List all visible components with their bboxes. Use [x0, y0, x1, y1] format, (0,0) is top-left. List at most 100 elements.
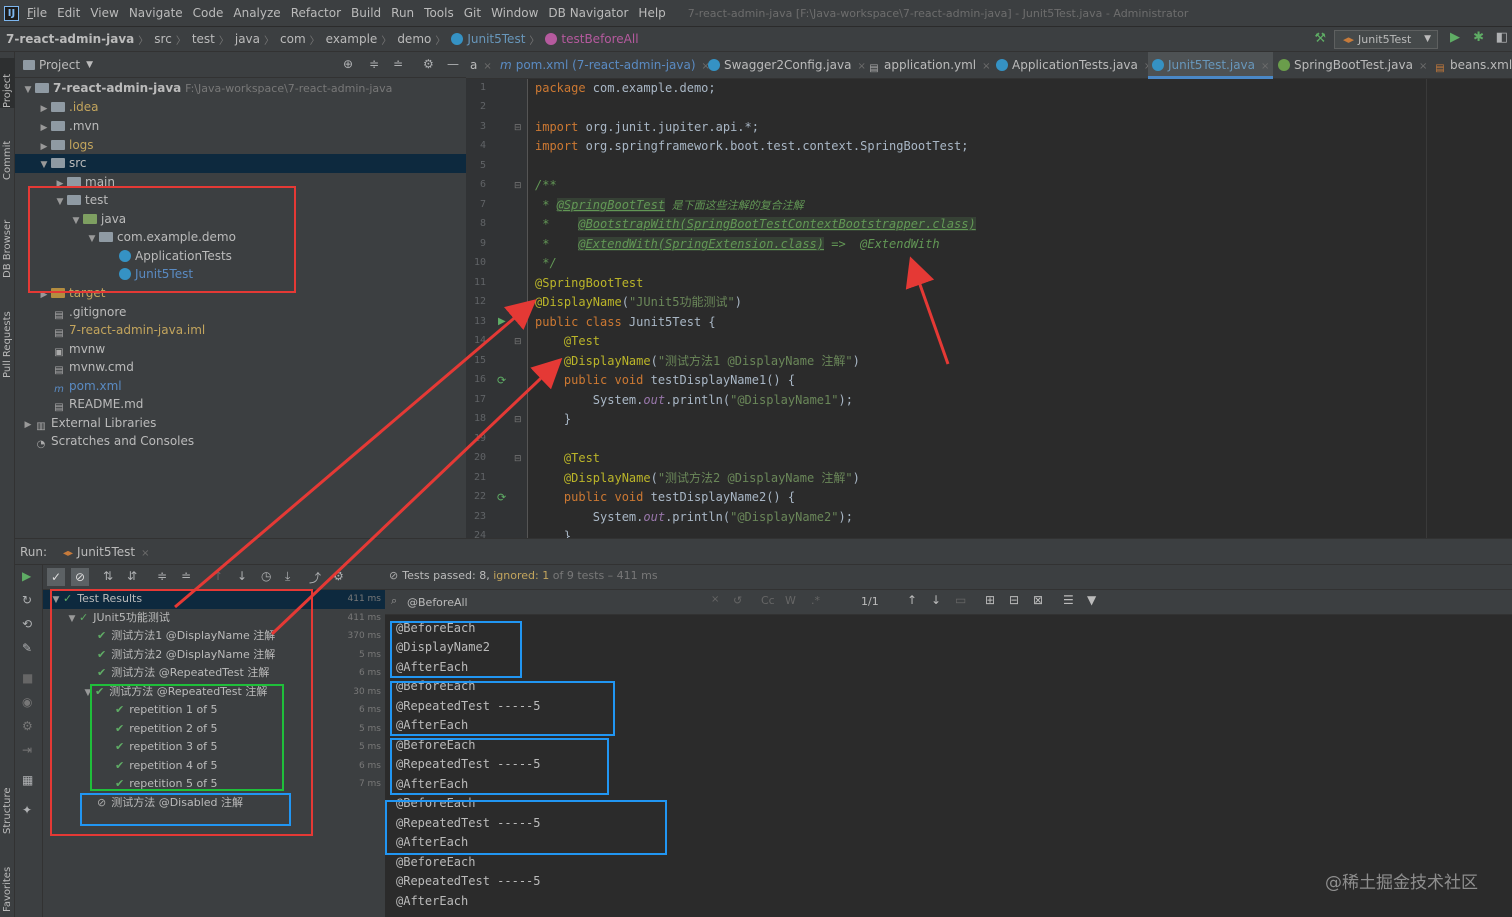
tab-junit5test[interactable]: Junit5Test.java ×	[1148, 52, 1274, 79]
select-all-matches-icon[interactable]: ▭	[955, 593, 966, 607]
rerun-failed-icon[interactable]: ↻	[22, 593, 32, 607]
run-test-gutter-icon[interactable]: ⟳	[497, 374, 506, 387]
menu-navigate[interactable]: Navigate	[129, 6, 183, 20]
locate-file-icon[interactable]: ⊕	[343, 57, 353, 71]
code-editor[interactable]: package com.example.demo; import org.jun…	[528, 79, 1426, 538]
breadcrumb-class[interactable]: Junit5Test	[451, 32, 525, 46]
tool-tab-structure[interactable]: Structure	[0, 772, 15, 834]
tree-item-idea[interactable]: ▶ .idea	[37, 98, 99, 117]
collapse-all-icon[interactable]: ≐	[393, 57, 403, 71]
menu-git[interactable]: Git	[464, 6, 481, 20]
tree-item-mvnw-cmd[interactable]: ▤ mvnw.cmd	[53, 358, 134, 377]
menu-file[interactable]: File	[27, 6, 47, 20]
close-icon[interactable]: ×	[1419, 61, 1427, 72]
layout-icon[interactable]: ▦	[22, 773, 33, 787]
tab-springboottest[interactable]: SpringBootTest.java ×	[1274, 52, 1427, 79]
pin-icon[interactable]: ✦	[22, 803, 32, 817]
close-icon[interactable]: ×	[483, 61, 491, 72]
wrench-icon[interactable]: ✎	[22, 641, 32, 655]
tree-item-project-root[interactable]: ▼ 7-react-admin-java F:\Java-workspace\7-…	[21, 79, 393, 98]
tree-item-iml[interactable]: ▤ 7-react-admin-java.iml	[53, 321, 205, 340]
tool-tab-favorites[interactable]: Favorites	[0, 852, 15, 912]
menu-refactor[interactable]: Refactor	[291, 6, 341, 20]
fold-icon[interactable]: ⊟	[514, 181, 522, 191]
whole-word-toggle[interactable]: W	[785, 594, 796, 607]
fold-icon[interactable]: ⊟	[514, 454, 522, 464]
breadcrumb-method[interactable]: testBeforeAll	[545, 32, 639, 46]
menu-help[interactable]: Help	[638, 6, 665, 20]
tool-tab-pull-requests[interactable]: Pull Requests	[0, 292, 15, 378]
breadcrumb-demo[interactable]: demo	[397, 32, 431, 46]
close-icon[interactable]: ×	[141, 548, 149, 559]
tree-item-scratches[interactable]: ◔ Scratches and Consoles	[35, 432, 195, 451]
tree-item-pom[interactable]: m pom.xml	[53, 377, 121, 396]
tool-tab-project[interactable]: Project	[0, 58, 15, 108]
build-hammer-icon[interactable]: ⚒	[1314, 31, 1326, 46]
fold-icon[interactable]: ⊟	[514, 415, 522, 425]
collapse-all-icon[interactable]: ≐	[181, 569, 191, 583]
tree-item-logs[interactable]: ▶ logs	[37, 136, 94, 155]
add-occurrence-icon[interactable]: ⊞	[985, 593, 995, 607]
breadcrumb-src[interactable]: src	[154, 32, 172, 46]
tree-item-mvn[interactable]: ▶ .mvn	[37, 117, 100, 136]
tree-item-readme[interactable]: ▤ README.md	[53, 395, 143, 414]
sort-duration-icon[interactable]: ⇵	[127, 569, 137, 583]
show-ignored-icon[interactable]: ⊘	[71, 568, 89, 586]
filter-options-icon[interactable]: ☰	[1063, 593, 1074, 607]
tree-item-mvnw[interactable]: ▣ mvnw	[53, 340, 105, 359]
filter-icon[interactable]: ▼	[1087, 593, 1096, 607]
menu-view[interactable]: View	[90, 6, 118, 20]
tree-item-src[interactable]: ▼ src	[37, 154, 87, 173]
run-class-gutter-icon[interactable]: ▶	[498, 316, 506, 327]
menu-run[interactable]: Run	[391, 6, 414, 20]
tree-item-gitignore[interactable]: ▤ .gitignore	[53, 303, 126, 322]
gear-icon[interactable]: ⚙	[333, 569, 344, 583]
remove-occurrence-icon[interactable]: ⊟	[1009, 593, 1019, 607]
tab-beans-xml[interactable]: ▤ beans.xml	[1430, 52, 1512, 79]
camera-icon[interactable]: ◉	[22, 695, 32, 709]
fold-icon[interactable]: ⊟	[514, 123, 522, 133]
import-tests-icon[interactable]: ⤓	[285, 569, 290, 584]
chevron-down-icon[interactable]: ▼	[86, 60, 93, 70]
arrow-up-icon[interactable]: ↑	[213, 569, 223, 583]
coverage-icon[interactable]: ◧	[1496, 30, 1508, 45]
menu-code[interactable]: Code	[193, 6, 224, 20]
breadcrumb-project[interactable]: 7-react-admin-java	[6, 32, 134, 46]
show-passed-icon[interactable]: ✓	[47, 568, 65, 586]
match-case-toggle[interactable]: Cc	[761, 594, 775, 607]
clear-search-icon[interactable]: ×	[711, 594, 719, 605]
stop-icon[interactable]: ■	[22, 671, 33, 685]
menu-db-navigator[interactable]: DB Navigator	[548, 6, 628, 20]
search-history-icon[interactable]: ↺	[733, 594, 742, 607]
tab-truncated[interactable]: a ×	[466, 52, 492, 79]
tree-item-external-libraries[interactable]: ▶ ▥ External Libraries	[21, 414, 157, 433]
console-search-input[interactable]	[407, 593, 717, 611]
tool-tab-db-browser[interactable]: DB Browser	[0, 202, 15, 278]
run-test-gutter-icon[interactable]: ⟳	[497, 491, 506, 504]
arrow-down-icon[interactable]: ↓	[237, 569, 247, 583]
close-icon[interactable]: ×	[982, 61, 990, 72]
export-tests-icon[interactable]: ⤴	[309, 569, 321, 586]
breadcrumb-test[interactable]: test	[192, 32, 215, 46]
expand-all-icon[interactable]: ≑	[157, 569, 167, 583]
menu-edit[interactable]: Edit	[57, 6, 80, 20]
menu-window[interactable]: Window	[491, 6, 538, 20]
fold-icon[interactable]: ⊟	[514, 337, 522, 347]
close-icon[interactable]: ×	[1261, 61, 1269, 72]
history-icon[interactable]: ◷	[261, 569, 271, 583]
project-view-select[interactable]: Project	[39, 58, 80, 72]
menu-build[interactable]: Build	[351, 6, 381, 20]
select-occurrences-icon[interactable]: ⊠	[1033, 593, 1043, 607]
breadcrumb-java[interactable]: java	[235, 32, 260, 46]
rerun-icon[interactable]: ▶	[22, 569, 31, 583]
gear-icon[interactable]: ⚙	[423, 57, 434, 71]
toggle-autotest-icon[interactable]: ⟲	[22, 617, 32, 631]
menu-tools[interactable]: Tools	[424, 6, 454, 20]
debug-icon[interactable]: ✱	[1473, 30, 1484, 45]
run-tab-junit5test[interactable]: ◂▸ Junit5Test ×	[63, 545, 150, 559]
tool-tab-commit[interactable]: Commit	[0, 128, 15, 180]
tab-swagger2config[interactable]: Swagger2Config.java ×	[704, 52, 866, 79]
breadcrumb-example[interactable]: example	[326, 32, 378, 46]
expand-all-icon[interactable]: ≑	[369, 57, 379, 71]
exit-icon[interactable]: ⇥	[22, 743, 32, 757]
